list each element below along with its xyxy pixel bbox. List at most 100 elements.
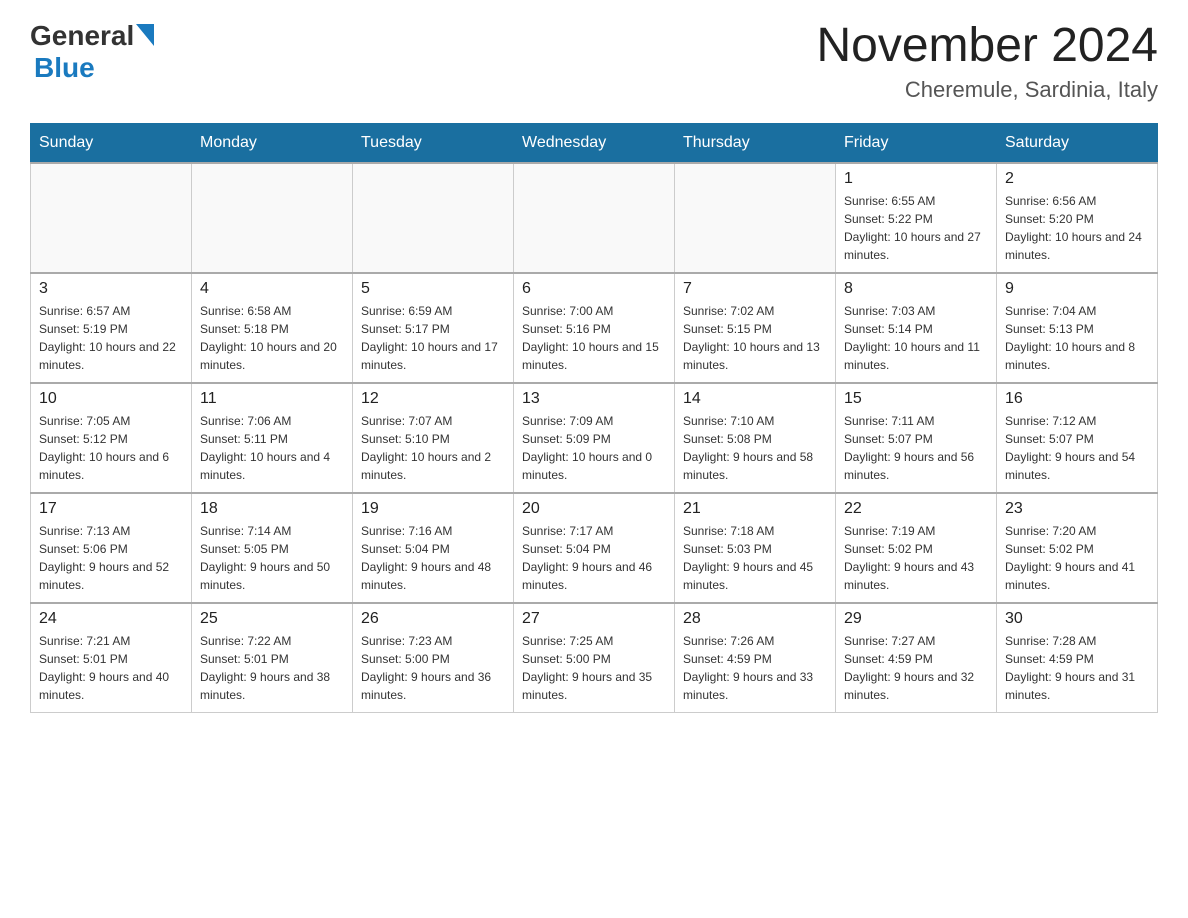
calendar-cell bbox=[514, 163, 675, 273]
location-title: Cheremule, Sardinia, Italy bbox=[816, 77, 1158, 103]
day-number: 29 bbox=[844, 610, 988, 628]
day-info: Sunrise: 7:10 AM Sunset: 5:08 PM Dayligh… bbox=[683, 412, 827, 484]
header-sunday: Sunday bbox=[31, 123, 192, 163]
calendar-cell: 12Sunrise: 7:07 AM Sunset: 5:10 PM Dayli… bbox=[353, 383, 514, 493]
header-tuesday: Tuesday bbox=[353, 123, 514, 163]
calendar-cell: 27 Sunrise: 7:25 AM Sunset: 5:00 PM Dayli… bbox=[514, 603, 675, 713]
day-number: 25 bbox=[200, 610, 344, 628]
header-monday: Monday bbox=[192, 123, 353, 163]
day-info: Sunrise: 7:27 AM Sunset: 4:59 PM Dayligh… bbox=[844, 632, 988, 704]
logo-general-text: General bbox=[30, 20, 134, 52]
day-number: 10 bbox=[39, 390, 183, 408]
calendar-cell bbox=[192, 163, 353, 273]
calendar-cell: 8 Sunrise: 7:03 AM Sunset: 5:14 PM Daylig… bbox=[836, 273, 997, 383]
day-info: Sunrise: 7:11 AM Sunset: 5:07 PM Dayligh… bbox=[844, 412, 988, 484]
calendar-cell: 1 Sunrise: 6:55 AM Sunset: 5:22 PM Daylig… bbox=[836, 163, 997, 273]
day-info: Sunrise: 7:12 AM Sunset: 5:07 PM Dayligh… bbox=[1005, 412, 1149, 484]
logo-blue-text: Blue bbox=[34, 52, 95, 83]
day-info: Sunrise: 7:02 AM Sunset: 5:15 PM Dayligh… bbox=[683, 302, 827, 374]
week-row-4: 17 Sunrise: 7:13 AM Sunset: 5:06 PM Dayli… bbox=[31, 493, 1158, 603]
day-info: Sunrise: 7:25 AM Sunset: 5:00 PM Dayligh… bbox=[522, 632, 666, 704]
week-row-2: 3 Sunrise: 6:57 AM Sunset: 5:19 PM Daylig… bbox=[31, 273, 1158, 383]
day-info: Sunrise: 7:04 AM Sunset: 5:13 PM Dayligh… bbox=[1005, 302, 1149, 374]
calendar-cell: 18 Sunrise: 7:14 AM Sunset: 5:05 PM Dayli… bbox=[192, 493, 353, 603]
day-info: Sunrise: 7:26 AM Sunset: 4:59 PM Dayligh… bbox=[683, 632, 827, 704]
month-title: November 2024 bbox=[816, 20, 1158, 73]
calendar-cell: 4 Sunrise: 6:58 AM Sunset: 5:18 PM Daylig… bbox=[192, 273, 353, 383]
calendar-cell: 11Sunrise: 7:06 AM Sunset: 5:11 PM Dayli… bbox=[192, 383, 353, 493]
day-info: Sunrise: 7:14 AM Sunset: 5:05 PM Dayligh… bbox=[200, 522, 344, 594]
day-number: 28 bbox=[683, 610, 827, 628]
day-number: 4 bbox=[200, 280, 344, 298]
calendar-table: Sunday Monday Tuesday Wednesday Thursday… bbox=[30, 123, 1158, 714]
calendar-cell: 25 Sunrise: 7:22 AM Sunset: 5:01 PM Dayli… bbox=[192, 603, 353, 713]
day-number: 2 bbox=[1005, 170, 1149, 188]
day-info: Sunrise: 7:16 AM Sunset: 5:04 PM Dayligh… bbox=[361, 522, 505, 594]
day-info: Sunrise: 7:18 AM Sunset: 5:03 PM Dayligh… bbox=[683, 522, 827, 594]
day-info: Sunrise: 7:28 AM Sunset: 4:59 PM Dayligh… bbox=[1005, 632, 1149, 704]
calendar-cell: 10Sunrise: 7:05 AM Sunset: 5:12 PM Dayli… bbox=[31, 383, 192, 493]
day-number: 6 bbox=[522, 280, 666, 298]
day-number: 18 bbox=[200, 500, 344, 518]
calendar-cell: 26 Sunrise: 7:23 AM Sunset: 5:00 PM Dayli… bbox=[353, 603, 514, 713]
calendar-cell: 2 Sunrise: 6:56 AM Sunset: 5:20 PM Daylig… bbox=[997, 163, 1158, 273]
calendar-cell: 9 Sunrise: 7:04 AM Sunset: 5:13 PM Daylig… bbox=[997, 273, 1158, 383]
day-number: 24 bbox=[39, 610, 183, 628]
calendar-cell: 14 Sunrise: 7:10 AM Sunset: 5:08 PM Dayli… bbox=[675, 383, 836, 493]
day-number: 3 bbox=[39, 280, 183, 298]
day-number: 26 bbox=[361, 610, 505, 628]
day-info: Sunrise: 6:56 AM Sunset: 5:20 PM Dayligh… bbox=[1005, 192, 1149, 264]
day-info: Sunrise: 6:58 AM Sunset: 5:18 PM Dayligh… bbox=[200, 302, 344, 374]
calendar-cell: 30 Sunrise: 7:28 AM Sunset: 4:59 PM Dayli… bbox=[997, 603, 1158, 713]
header-saturday: Saturday bbox=[997, 123, 1158, 163]
calendar-cell: 19 Sunrise: 7:16 AM Sunset: 5:04 PM Dayli… bbox=[353, 493, 514, 603]
header-friday: Friday bbox=[836, 123, 997, 163]
title-section: November 2024 Cheremule, Sardinia, Italy bbox=[816, 20, 1158, 103]
calendar-cell: 23Sunrise: 7:20 AM Sunset: 5:02 PM Dayli… bbox=[997, 493, 1158, 603]
day-number: 21 bbox=[683, 500, 827, 518]
day-info: Sunrise: 7:07 AM Sunset: 5:10 PM Dayligh… bbox=[361, 412, 505, 484]
calendar-cell: 5 Sunrise: 6:59 AM Sunset: 5:17 PM Daylig… bbox=[353, 273, 514, 383]
logo: General Blue bbox=[30, 20, 154, 84]
day-info: Sunrise: 7:13 AM Sunset: 5:06 PM Dayligh… bbox=[39, 522, 183, 594]
day-number: 16 bbox=[1005, 390, 1149, 408]
calendar-cell: 13Sunrise: 7:09 AM Sunset: 5:09 PM Dayli… bbox=[514, 383, 675, 493]
day-info: Sunrise: 7:20 AM Sunset: 5:02 PM Dayligh… bbox=[1005, 522, 1149, 594]
day-number: 15 bbox=[844, 390, 988, 408]
day-info: Sunrise: 7:22 AM Sunset: 5:01 PM Dayligh… bbox=[200, 632, 344, 704]
day-info: Sunrise: 6:59 AM Sunset: 5:17 PM Dayligh… bbox=[361, 302, 505, 374]
day-number: 14 bbox=[683, 390, 827, 408]
calendar-cell: 16 Sunrise: 7:12 AM Sunset: 5:07 PM Dayli… bbox=[997, 383, 1158, 493]
day-number: 1 bbox=[844, 170, 988, 188]
day-info: Sunrise: 7:03 AM Sunset: 5:14 PM Dayligh… bbox=[844, 302, 988, 374]
day-number: 11 bbox=[200, 390, 344, 408]
day-info: Sunrise: 6:55 AM Sunset: 5:22 PM Dayligh… bbox=[844, 192, 988, 264]
day-number: 27 bbox=[522, 610, 666, 628]
page-header: General Blue November 2024 Cheremule, Sa… bbox=[30, 20, 1158, 103]
calendar-cell: 17 Sunrise: 7:13 AM Sunset: 5:06 PM Dayli… bbox=[31, 493, 192, 603]
calendar-cell: 28 Sunrise: 7:26 AM Sunset: 4:59 PM Dayli… bbox=[675, 603, 836, 713]
header-thursday: Thursday bbox=[675, 123, 836, 163]
day-info: Sunrise: 7:17 AM Sunset: 5:04 PM Dayligh… bbox=[522, 522, 666, 594]
day-number: 22 bbox=[844, 500, 988, 518]
day-number: 30 bbox=[1005, 610, 1149, 628]
day-info: Sunrise: 7:00 AM Sunset: 5:16 PM Dayligh… bbox=[522, 302, 666, 374]
day-number: 17 bbox=[39, 500, 183, 518]
day-info: Sunrise: 6:57 AM Sunset: 5:19 PM Dayligh… bbox=[39, 302, 183, 374]
calendar-cell: 3 Sunrise: 6:57 AM Sunset: 5:19 PM Daylig… bbox=[31, 273, 192, 383]
day-info: Sunrise: 7:21 AM Sunset: 5:01 PM Dayligh… bbox=[39, 632, 183, 704]
calendar-cell: 21 Sunrise: 7:18 AM Sunset: 5:03 PM Dayli… bbox=[675, 493, 836, 603]
day-number: 5 bbox=[361, 280, 505, 298]
day-number: 13 bbox=[522, 390, 666, 408]
week-row-1: 1 Sunrise: 6:55 AM Sunset: 5:22 PM Daylig… bbox=[31, 163, 1158, 273]
day-number: 8 bbox=[844, 280, 988, 298]
week-row-3: 10Sunrise: 7:05 AM Sunset: 5:12 PM Dayli… bbox=[31, 383, 1158, 493]
day-info: Sunrise: 7:19 AM Sunset: 5:02 PM Dayligh… bbox=[844, 522, 988, 594]
logo-arrow-icon bbox=[136, 24, 154, 46]
day-info: Sunrise: 7:23 AM Sunset: 5:00 PM Dayligh… bbox=[361, 632, 505, 704]
calendar-cell: 24 Sunrise: 7:21 AM Sunset: 5:01 PM Dayli… bbox=[31, 603, 192, 713]
day-number: 9 bbox=[1005, 280, 1149, 298]
calendar-cell bbox=[353, 163, 514, 273]
calendar-cell bbox=[31, 163, 192, 273]
day-number: 19 bbox=[361, 500, 505, 518]
